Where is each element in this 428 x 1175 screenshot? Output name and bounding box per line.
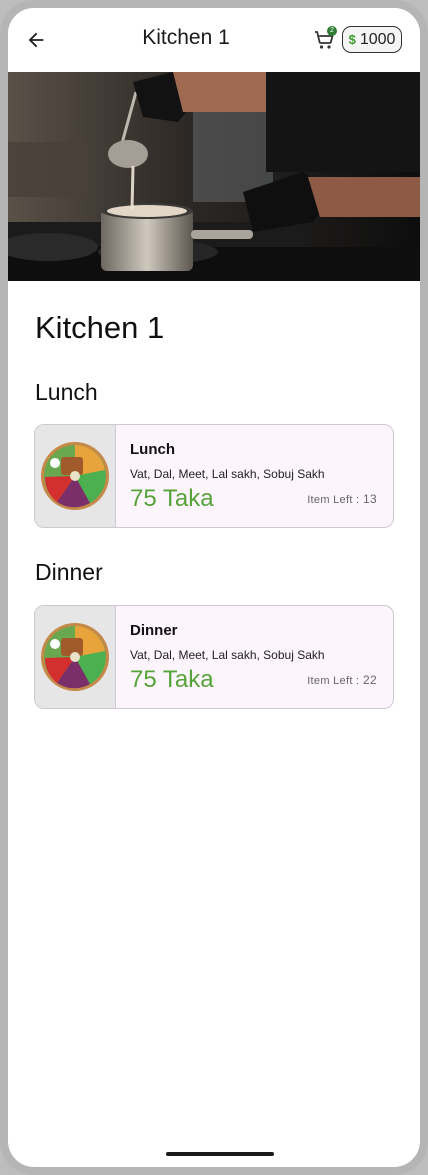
kitchen-name: Kitchen 1 [35,310,165,345]
meal-price: 75 Taka [130,666,214,693]
coin-balance-pill[interactable]: $ 1000 [342,26,402,53]
items-left-count: 13 [363,492,377,506]
meal-items: Vat, Dal, Meet, Lal sakh, Sobuj Sakh [130,467,325,481]
cart-badge: 2 [327,26,337,36]
meal-card-lunch[interactable]: Lunch Vat, Dal, Meet, Lal sakh, Sobuj Sa… [34,424,394,528]
meal-name: Dinner [130,622,178,639]
phone-frame: Kitchen 1 2 $ 1000 Kitchen 1 Lunch Lunch… [0,0,428,1175]
app-bar: Kitchen 1 2 $ 1000 [8,8,420,72]
meal-price: 75 Taka [130,485,214,512]
cart-button[interactable]: 2 [312,26,337,52]
meal-items: Vat, Dal, Meet, Lal sakh, Sobuj Sakh [130,648,325,662]
kitchen-hero-image [8,72,420,281]
items-left-count: 22 [363,673,377,687]
items-left-label: Item Left : [307,494,360,506]
home-indicator[interactable] [166,1152,274,1156]
section-title-dinner: Dinner [35,559,103,585]
items-left-label: Item Left : [307,675,360,687]
items-left: Item Left : 13 [307,492,377,506]
meal-image [35,606,116,708]
page-title: Kitchen 1 [142,26,230,49]
coin-balance: 1000 [359,30,396,48]
meal-card-dinner[interactable]: Dinner Vat, Dal, Meet, Lal sakh, Sobuj S… [34,605,394,709]
meal-image [35,425,116,527]
items-left: Item Left : 22 [307,673,377,687]
coin-icon: $ [348,32,356,47]
meal-name: Lunch [130,441,175,458]
section-title-lunch: Lunch [35,379,98,405]
